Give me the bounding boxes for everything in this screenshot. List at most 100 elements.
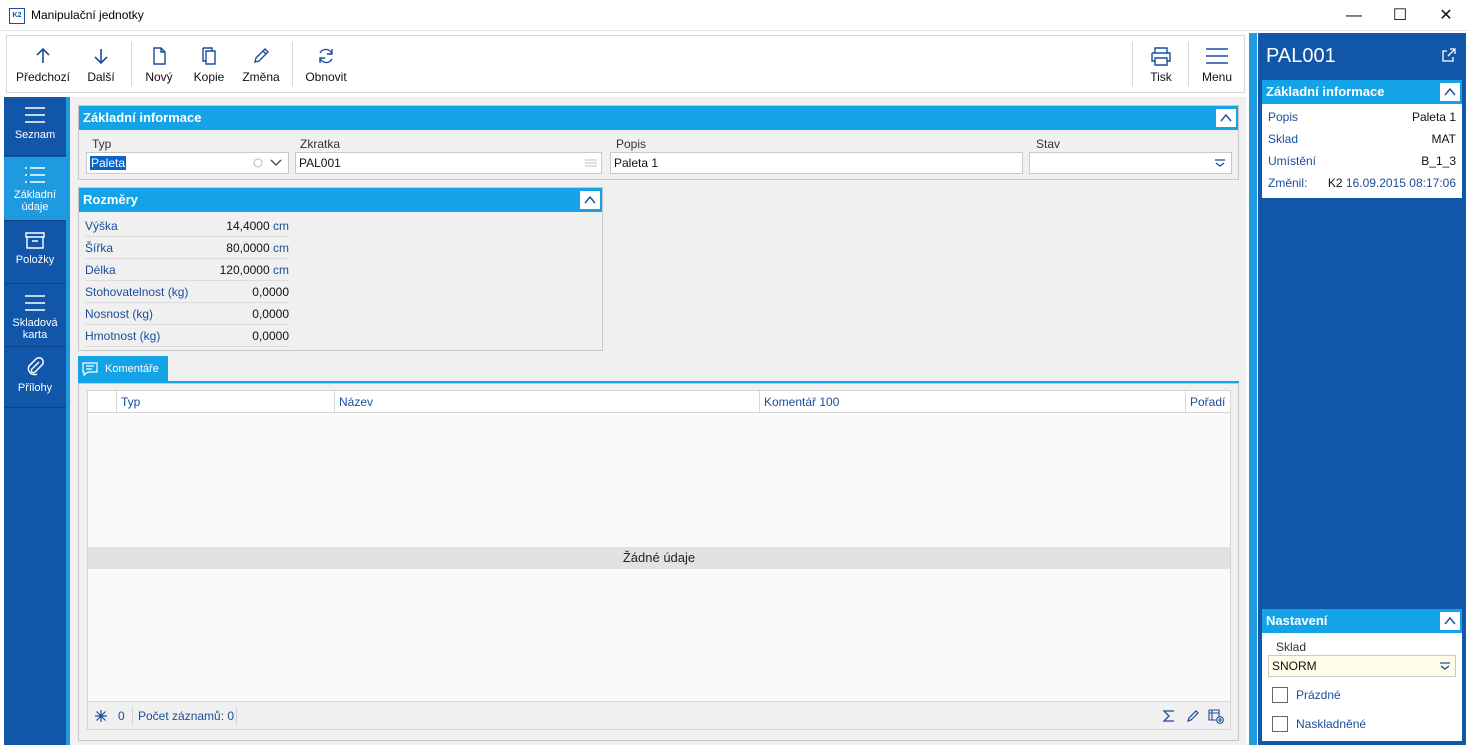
info-value: K2 16.09.2015 08:17:06	[1327, 176, 1456, 190]
window-title: Manipulační jednotky	[31, 8, 144, 22]
nav-label: Seznam	[14, 129, 56, 141]
footer-separator	[132, 707, 133, 725]
info-value: Paleta 1	[1411, 110, 1456, 124]
basic-info-panel: Základní informace Typ Paleta Zkratka PA…	[78, 105, 1239, 180]
stocked-checkbox[interactable]	[1272, 716, 1288, 732]
empty-grid-message: Žádné údaje	[88, 547, 1230, 569]
dimension-row-hmotnost: Hmotnost (kg) 0,0000	[85, 325, 289, 347]
toolbar-separator	[131, 42, 132, 86]
dimensions-panel: Rozměry Výška 14,4000 cm Šířka 80,0000 c…	[78, 187, 603, 351]
hamburger-icon	[1206, 48, 1228, 64]
dimension-row-nosnost: Nosnost (kg) 0,0000	[85, 303, 289, 325]
record-count: Počet záznamů: 0	[138, 709, 235, 723]
copy-label: Kopie	[193, 70, 225, 84]
edit-label: Změna	[242, 70, 280, 84]
dimension-value: 120,0000 cm	[219, 263, 289, 277]
collapse-right-info-button[interactable]	[1439, 82, 1461, 102]
print-label: Tisk	[1150, 70, 1172, 84]
grid-header: Typ Název Komentář 100 Pořadí	[88, 391, 1230, 413]
clear-circle-icon	[253, 158, 263, 168]
dimension-label: Výška	[85, 219, 118, 233]
snowflake-icon[interactable]	[94, 709, 108, 723]
toolbar-separator	[1132, 42, 1133, 86]
dimension-row-sirka: Šířka 80,0000 cm	[85, 237, 289, 259]
right-basic-info-section: Základní informace Popis Paleta 1 Sklad …	[1262, 80, 1462, 198]
collapse-basic-info-button[interactable]	[1215, 108, 1237, 128]
chevron-up-icon	[584, 195, 596, 204]
external-link-icon[interactable]	[1442, 48, 1456, 62]
close-button[interactable]: ✕	[1423, 0, 1469, 31]
print-button[interactable]: Tisk	[1141, 36, 1181, 92]
comments-grid[interactable]: Typ Název Komentář 100 Pořadí Žádné údaj…	[87, 390, 1231, 702]
column-header-typ[interactable]: Typ	[116, 391, 334, 413]
stav-select[interactable]	[1029, 152, 1232, 174]
tab-komentare-label: Komentáře	[105, 363, 159, 375]
previous-label: Předchozí	[15, 70, 71, 84]
dimension-label: Délka	[85, 263, 116, 277]
dimension-row-stohovatelnost: Stohovatelnost (kg) 0,0000	[85, 281, 289, 303]
double-chevron-down-icon	[1440, 662, 1450, 670]
basic-info-header: Základní informace	[79, 106, 1238, 130]
zkratka-field[interactable]: PAL001	[295, 152, 602, 174]
settings-sklad-select[interactable]: SNORM	[1268, 655, 1456, 677]
typ-value: Paleta	[90, 156, 127, 170]
nav-label: Položky	[15, 254, 55, 266]
previous-button[interactable]: Předchozí	[13, 36, 73, 92]
dimension-value: 0,0000	[252, 329, 289, 343]
pencil-icon	[254, 48, 269, 63]
edit-button[interactable]: Změna	[239, 36, 283, 92]
toolbar-separator	[292, 42, 293, 86]
collapse-settings-button[interactable]	[1439, 611, 1461, 631]
nav-item-zakladni-udaje[interactable]: Základní údaje	[4, 157, 66, 221]
panel-splitter[interactable]	[1249, 33, 1257, 745]
menu-label: Menu	[1201, 70, 1233, 84]
nav-item-polozky[interactable]: Položky	[4, 222, 66, 284]
nav-item-prilohy[interactable]: Přílohy	[4, 348, 66, 408]
paperclip-icon	[27, 357, 44, 376]
comments-grid-panel: Typ Název Komentář 100 Pořadí Žádné údaj…	[78, 383, 1239, 741]
info-label: Popis	[1268, 110, 1299, 124]
footer-separator	[236, 707, 237, 725]
collapse-dimensions-button[interactable]	[579, 190, 601, 210]
nav-label-line1: Základní	[13, 189, 57, 201]
pencil-icon[interactable]	[1186, 709, 1200, 723]
popis-label: Popis	[616, 137, 647, 151]
toolbar-separator	[1188, 42, 1189, 86]
dimension-row-delka: Délka 120,0000 cm	[85, 259, 289, 281]
chevron-down-icon	[270, 159, 282, 166]
nav-label-line1: Skladová	[12, 317, 58, 329]
dimension-label: Nosnost (kg)	[85, 307, 154, 321]
record-title: PAL001	[1266, 45, 1336, 67]
info-value: B_1_3	[1421, 154, 1456, 168]
refresh-button[interactable]: Obnovit	[301, 36, 351, 92]
maximize-button[interactable]: ☐	[1377, 0, 1423, 31]
list-icon	[25, 107, 45, 123]
column-header-nazev[interactable]: Název	[334, 391, 759, 413]
add-record-icon[interactable]	[1208, 708, 1224, 724]
dimension-value: 80,0000 cm	[226, 241, 289, 255]
refresh-icon	[319, 48, 333, 64]
zkratka-label: Zkratka	[300, 137, 341, 151]
settings-sklad-value: SNORM	[1272, 659, 1317, 673]
popis-field[interactable]: Paleta 1	[610, 152, 1023, 174]
menu-button[interactable]: Menu	[1197, 36, 1237, 92]
nav-item-skladova-karta[interactable]: Skladová karta	[4, 285, 66, 347]
new-button[interactable]: Nový	[141, 36, 177, 92]
next-button[interactable]: Další	[79, 36, 123, 92]
sum-icon[interactable]	[1162, 709, 1176, 723]
info-row-umisteni: Umístění B_1_3	[1268, 150, 1456, 172]
dimension-value: 14,4000 cm	[226, 219, 289, 233]
minimize-button[interactable]: —	[1331, 0, 1377, 31]
copy-icon	[202, 47, 216, 65]
settings-header: Nastavení	[1262, 609, 1462, 633]
typ-select[interactable]: Paleta	[86, 152, 289, 174]
nav-item-seznam[interactable]: Seznam	[4, 97, 66, 156]
tab-komentare[interactable]: Komentáře	[78, 356, 168, 382]
arrow-up-icon	[36, 47, 50, 63]
info-row-zmenil: Změnil: K2 16.09.2015 08:17:06	[1268, 172, 1456, 194]
empty-checkbox[interactable]	[1272, 687, 1288, 703]
column-header-komentar[interactable]: Komentář 100	[759, 391, 1185, 413]
dimension-value: 0,0000	[252, 285, 289, 299]
copy-button[interactable]: Kopie	[191, 36, 227, 92]
column-header-poradi[interactable]: Pořadí	[1185, 391, 1230, 413]
